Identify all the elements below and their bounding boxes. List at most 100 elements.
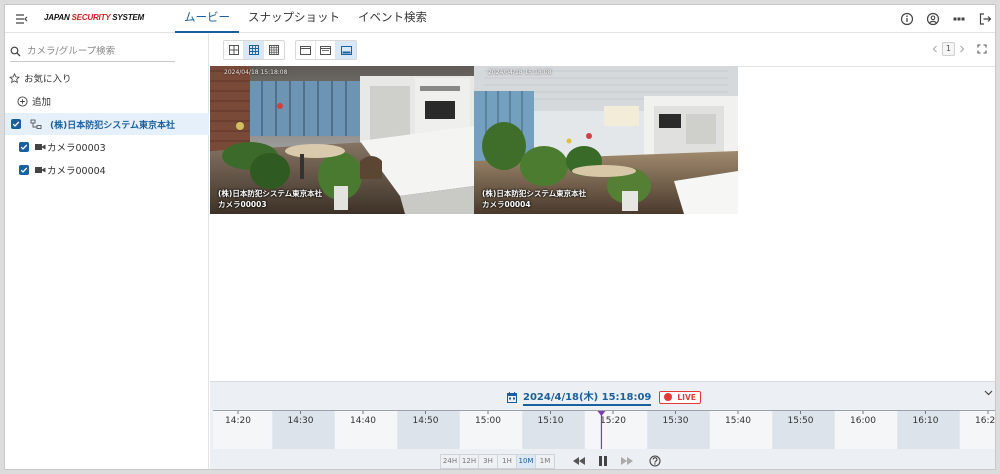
top-bar: JAPAN SECURITY SYSTEM ムービー スナップショット イベント… (5, 5, 995, 33)
search-icon (10, 46, 21, 57)
camera-label: カメラ00003 (47, 143, 106, 154)
favorites-label: お気に入り (24, 74, 72, 85)
single-view-button[interactable] (296, 41, 316, 59)
video-caption: (株)日本防犯システム東京本社 カメラ00003 (218, 188, 322, 210)
pause-icon (599, 456, 607, 466)
timeline-tick-label: 14:30 (288, 416, 314, 426)
video-tile[interactable]: 2024/04/18 15:18:08 (株)日本防犯システム東京本社 カメラ0… (474, 66, 738, 214)
check-icon (20, 167, 28, 173)
grid-4x4-button[interactable] (264, 41, 284, 59)
timeline-view-button[interactable] (336, 41, 356, 59)
check-icon (20, 144, 28, 150)
timeline-tick-label: 15:40 (725, 416, 751, 426)
camera-icon (35, 167, 46, 173)
grid-3x3-button[interactable] (244, 41, 264, 59)
live-button[interactable]: LIVE (659, 390, 701, 404)
camera-label: カメラ00004 (47, 166, 106, 177)
video-timestamp: 2024/04/18 15:18:08 (488, 69, 552, 76)
timeline-tick-label: 15:30 (663, 416, 689, 426)
timeline-tick-label: 15:00 (475, 416, 501, 426)
zoom-10m-button[interactable]: 10M (516, 453, 536, 469)
timeline-bar[interactable]: 14:20 14:30 14:40 14:50 15:00 15:10 15:20 15:30… (213, 410, 996, 449)
chevron-right-icon[interactable] (959, 45, 965, 53)
video-timestamp: 2024/04/18 15:18:08 (224, 69, 288, 76)
player-buttons (567, 453, 667, 469)
split-view-icon (320, 45, 331, 55)
timeline-tick-label: 15:20 (600, 416, 626, 426)
zoom-1m-button[interactable]: 1M (535, 453, 555, 469)
org-checkbox[interactable] (11, 119, 21, 129)
check-icon (12, 121, 20, 127)
camera-search-input[interactable] (27, 46, 162, 57)
rewind-button[interactable] (567, 453, 591, 469)
help-button[interactable] (643, 453, 667, 469)
grid-layout-group (223, 40, 285, 60)
split-view-button[interactable] (316, 41, 336, 59)
timeline-tick-label: 16:20 (975, 416, 996, 426)
camera-icon (35, 144, 46, 150)
camera-item[interactable]: カメラ00003 (5, 136, 209, 158)
view-mode-group (295, 40, 357, 60)
datetime-group: 2024/4/18(木) 15:18:09 LIVE (507, 388, 701, 406)
viewer-toolbar: 1 (210, 34, 995, 67)
zoom-1h-button[interactable]: 1H (497, 453, 517, 469)
app-window: JAPAN SECURITY SYSTEM ムービー スナップショット イベント… (4, 4, 996, 470)
main-tabs: ムービー スナップショット イベント検索 (175, 5, 436, 33)
collapse-panel-button[interactable] (984, 390, 993, 396)
video-tile[interactable]: 2024/04/18 15:18:08 (株)日本防犯システム東京本社 カメラ0… (210, 66, 474, 214)
org-group-item[interactable]: (株)日本防犯システム東京本社 (5, 113, 209, 135)
zoom-3h-button[interactable]: 3H (478, 453, 498, 469)
playback-datetime[interactable]: 2024/4/18(木) 15:18:09 (523, 388, 652, 406)
org-label: (株)日本防犯システム東京本社 (50, 120, 175, 131)
fullscreen-button[interactable] (977, 44, 987, 54)
logout-icon[interactable] (973, 9, 995, 29)
camera-checkbox[interactable] (19, 142, 29, 152)
more-icon[interactable] (947, 9, 971, 29)
tab-movie[interactable]: ムービー (175, 5, 239, 33)
timeline-tick-label: 14:50 (413, 416, 439, 426)
timeline-tick-label: 15:50 (788, 416, 814, 426)
add-favorite-button[interactable]: 追加 (5, 90, 209, 112)
rewind-icon (573, 457, 585, 465)
video-org-label: (株)日本防犯システム東京本社 (218, 189, 323, 198)
header-actions (893, 9, 995, 29)
single-view-icon (300, 45, 311, 55)
fast-forward-icon (621, 457, 633, 465)
camera-sidebar: お気に入り 追加 (株)日本防犯システム東京本社 カメラ00003 カメラ00 (5, 34, 209, 469)
account-icon[interactable] (921, 9, 945, 29)
fullscreen-icon (977, 44, 987, 54)
tab-snapshot[interactable]: スナップショット (239, 5, 349, 33)
chevron-down-icon (984, 390, 993, 396)
live-dot-icon (664, 393, 673, 401)
grid-2x2-button[interactable] (224, 41, 244, 59)
info-icon[interactable] (895, 9, 919, 29)
star-icon (9, 72, 20, 83)
timeline-view-icon (340, 45, 352, 55)
playback-controls: 24H 12H 3H 1H 10M 1M (440, 453, 667, 469)
pause-button[interactable] (591, 453, 615, 469)
help-icon (649, 455, 661, 467)
timeline-tick-label: 16:10 (913, 416, 939, 426)
timeline-tick-label: 15:10 (538, 416, 564, 426)
calendar-icon[interactable] (507, 391, 517, 403)
favorites-item[interactable]: お気に入り (5, 67, 209, 89)
add-label: 追加 (32, 97, 52, 108)
menu-collapse-button[interactable] (14, 11, 30, 27)
chevron-left-icon[interactable] (932, 45, 938, 53)
camera-checkbox[interactable] (19, 165, 29, 175)
video-caption: (株)日本防犯システム東京本社 カメラ00004 (482, 188, 586, 210)
tab-event-search[interactable]: イベント検索 (349, 5, 436, 33)
camera-item[interactable]: カメラ00004 (5, 159, 209, 181)
pager: 1 (932, 42, 987, 56)
fast-forward-button[interactable] (615, 453, 639, 469)
viewer-area: 1 2024/04/18 15:18:08 (株)日本防犯システム東京本社 カメ… (210, 34, 996, 469)
zoom-12h-button[interactable]: 12H (459, 453, 479, 469)
camera-search (10, 42, 175, 62)
video-org-label: (株)日本防犯システム東京本社 (482, 189, 587, 198)
add-circle-icon (17, 95, 28, 107)
zoom-24h-button[interactable]: 24H (440, 453, 460, 469)
page-number[interactable]: 1 (941, 42, 955, 56)
grid-3x3-icon (248, 45, 259, 55)
timeline-tick-label: 14:20 (225, 416, 251, 426)
org-tree-icon (30, 119, 42, 129)
